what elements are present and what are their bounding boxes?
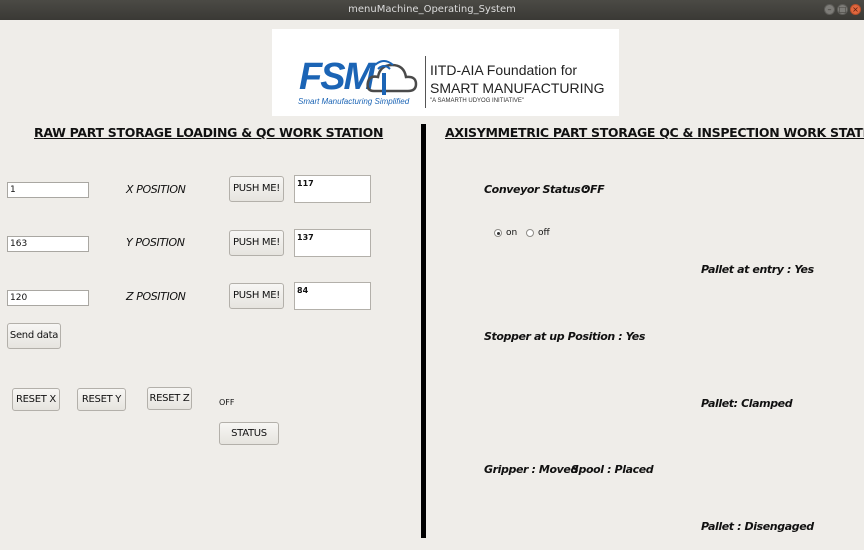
window-controls: – □ × — [824, 4, 861, 15]
z-position-input[interactable]: 120 — [7, 290, 89, 306]
reset-y-button[interactable]: RESET Y — [77, 388, 126, 411]
close-icon[interactable]: × — [850, 4, 861, 15]
right-section-title: AXISYMMETRIC PART STORAGE QC & INSPECTIO… — [445, 125, 864, 140]
radio-on-label: on — [506, 228, 518, 238]
radio-off-label: off — [538, 228, 550, 238]
window-titlebar: menuMachine_Operating_System – □ × — [0, 0, 864, 20]
stopper-status: Stopper at up Position : Yes — [484, 330, 646, 343]
spool-status: Spool : Placed — [571, 463, 654, 476]
gripper-status: Gripper : Moved — [484, 463, 578, 476]
fsm-logo: FSM Smart Manufacturing Simplified IITD-… — [272, 29, 619, 116]
pallet-entry-status: Pallet at entry : Yes — [701, 263, 814, 276]
conveyor-status-value: OFF — [581, 183, 605, 196]
status-button[interactable]: STATUS — [219, 422, 279, 445]
radio-off[interactable]: off — [526, 228, 550, 238]
logo-brand: FSM — [299, 56, 375, 98]
logo-org-line3: "A SAMARTH UDYOG INITIATIVE" — [430, 98, 525, 104]
z-position-label: Z POSITION — [126, 290, 186, 303]
logo-org-line1: IITD-AIA Foundation for — [430, 62, 578, 78]
y-position-input[interactable]: 163 — [7, 236, 89, 252]
pallet-disengaged-status: Pallet : Disengaged — [701, 520, 814, 533]
minimize-icon[interactable]: – — [824, 4, 835, 15]
y-position-label: Y POSITION — [126, 236, 185, 249]
push-z-button[interactable]: PUSH ME! — [229, 283, 284, 309]
radio-off-indicator[interactable] — [526, 229, 534, 237]
conveyor-status-label: Conveyor Status : — [484, 183, 588, 196]
window-title: menuMachine_Operating_System — [348, 4, 516, 15]
logo-divider — [425, 56, 426, 108]
cloud-antenna-icon — [366, 60, 418, 95]
logo-org-line2: SMART MANUFACTURING — [430, 80, 605, 96]
y-output-box: 137 — [294, 229, 371, 257]
maximize-icon[interactable]: □ — [837, 4, 848, 15]
vertical-divider — [421, 124, 426, 538]
left-section-title: RAW PART STORAGE LOADING & QC WORK STATI… — [34, 125, 384, 140]
radio-on[interactable]: on — [494, 228, 517, 238]
radio-on-indicator[interactable] — [494, 229, 502, 237]
z-output-box: 84 — [294, 282, 371, 310]
reset-z-button[interactable]: RESET Z — [147, 387, 192, 410]
push-x-button[interactable]: PUSH ME! — [229, 176, 284, 202]
x-position-label: X POSITION — [126, 183, 186, 196]
logo-tagline: Smart Manufacturing Simplified — [298, 97, 410, 106]
reset-x-button[interactable]: RESET X — [12, 388, 60, 411]
x-position-input[interactable]: 1 — [7, 182, 89, 198]
pallet-clamped-status: Pallet: Clamped — [701, 397, 793, 410]
send-data-button[interactable]: Send data — [7, 323, 61, 349]
push-y-button[interactable]: PUSH ME! — [229, 230, 284, 256]
x-output-box: 117 — [294, 175, 371, 203]
status-text: OFF — [219, 398, 235, 407]
